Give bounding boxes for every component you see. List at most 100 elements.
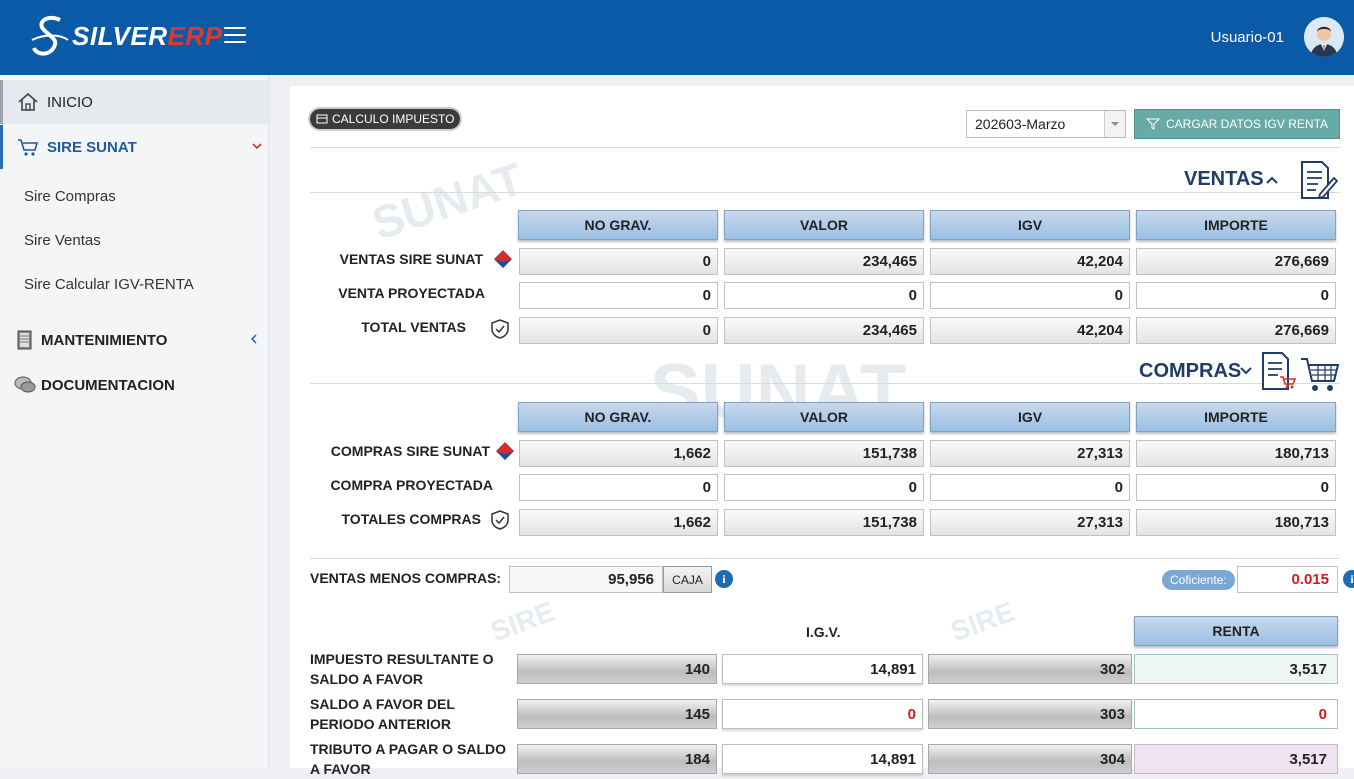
sidebar-item-label: MANTENIMIENTO bbox=[41, 331, 168, 349]
row-label-saldo-favor-anterior: SALDO A FAVOR DEL PERIODO ANTERIOR bbox=[310, 696, 455, 732]
ventas-sire-valor: 234,465 bbox=[724, 248, 924, 275]
logo-text: SILVERERP bbox=[72, 20, 223, 51]
home-icon bbox=[18, 92, 38, 111]
watermark-sunat-small: SUNAT bbox=[365, 152, 530, 250]
casilla-303: 303 bbox=[928, 699, 1132, 729]
avatar[interactable] bbox=[1304, 17, 1344, 57]
chevron-down-icon bbox=[252, 143, 262, 150]
igv-impuesto-resultante: 14,891 bbox=[722, 654, 923, 684]
app-logo[interactable]: SILVERERP bbox=[30, 12, 222, 60]
venta-proyectada-igv[interactable]: 0 bbox=[930, 282, 1130, 309]
compra-proyectada-no-grav[interactable]: 0 bbox=[519, 474, 718, 501]
compras-title[interactable]: COMPRAS bbox=[1139, 360, 1241, 383]
row-label-totales-compras: TOTALES COMPRAS bbox=[341, 511, 482, 527]
sidebar-item-documentacion[interactable]: DOCUMENTACION bbox=[0, 363, 268, 407]
compra-proyectada-igv[interactable]: 0 bbox=[930, 474, 1130, 501]
sidebar-item-label: INICIO bbox=[47, 93, 93, 111]
sunat-logo-icon bbox=[494, 250, 512, 268]
ventas-menos-compras-label: VENTAS MENOS COMPRAS: bbox=[310, 570, 502, 586]
compras-sire-importe: 180,713 bbox=[1136, 440, 1336, 467]
user-name[interactable]: Usuario-01 bbox=[1211, 29, 1284, 46]
compras-sire-igv: 27,313 bbox=[930, 440, 1130, 467]
ventas-title[interactable]: VENTAS bbox=[1184, 168, 1264, 191]
ventas-sire-igv: 42,204 bbox=[930, 248, 1130, 275]
period-select[interactable]: 202603-Marzo bbox=[966, 110, 1126, 138]
cart-icon bbox=[18, 139, 39, 156]
chevron-up-icon[interactable] bbox=[1265, 175, 1279, 185]
compras-sire-no-grav: 1,662 bbox=[519, 440, 718, 467]
total-ventas-valor: 234,465 bbox=[724, 317, 924, 344]
compras-header-no-grav: NO GRAV. bbox=[518, 402, 718, 432]
ventas-sire-no-grav: 0 bbox=[519, 248, 718, 275]
main-panel: SUNAT SUNAT SIRE SIRE CALCULO IMPUESTO 2… bbox=[290, 86, 1354, 777]
ventas-header-igv: IGV bbox=[930, 210, 1130, 240]
sidebar-item-inicio[interactable]: INICIO bbox=[0, 80, 271, 124]
sidebar-subitem-sire-compras[interactable]: Sire Compras bbox=[24, 188, 116, 205]
sidebar-item-label: SIRE SUNAT bbox=[47, 138, 137, 156]
sidebar-subitem-sire-ventas[interactable]: Sire Ventas bbox=[24, 232, 101, 249]
compra-proyectada-importe[interactable]: 0 bbox=[1136, 474, 1336, 501]
igv-saldo-favor-anterior[interactable]: 0 bbox=[722, 699, 923, 729]
venta-proyectada-valor[interactable]: 0 bbox=[724, 282, 924, 309]
totales-compras-no-grav: 1,662 bbox=[519, 509, 718, 536]
casilla-145: 145 bbox=[517, 699, 717, 729]
chat-icon bbox=[14, 376, 36, 393]
row-label-compras-sire: COMPRAS SIRE SUNAT bbox=[330, 443, 490, 459]
shopping-cart-icon bbox=[1301, 358, 1340, 391]
row-label-total-ventas: TOTAL VENTAS bbox=[361, 319, 466, 335]
top-bar: SILVERERP Usuario-01 bbox=[0, 0, 1354, 75]
caja-button[interactable]: CAJA bbox=[663, 566, 712, 593]
menu-toggle-icon[interactable] bbox=[224, 27, 246, 45]
watermark-sire-right: SIRE bbox=[946, 595, 1019, 648]
igv-tributo-a-pagar: 14,891 bbox=[722, 744, 923, 774]
renta-header: RENTA bbox=[1134, 616, 1338, 646]
venta-proyectada-no-grav[interactable]: 0 bbox=[519, 282, 718, 309]
sales-document-icon bbox=[1301, 161, 1338, 200]
compras-header-importe: IMPORTE bbox=[1136, 402, 1336, 432]
ventas-header-valor: VALOR bbox=[724, 210, 924, 240]
casilla-140: 140 bbox=[517, 654, 717, 684]
sunat-logo-icon bbox=[496, 442, 514, 460]
sidebar-item-sire-sunat[interactable]: SIRE SUNAT bbox=[0, 125, 271, 169]
total-ventas-igv: 42,204 bbox=[930, 317, 1130, 344]
renta-saldo-favor-anterior[interactable]: 0 bbox=[1134, 699, 1338, 729]
compras-header-igv: IGV bbox=[930, 402, 1130, 432]
filter-icon bbox=[1145, 118, 1160, 130]
row-label-venta-proyectada: VENTA PROYECTADA bbox=[338, 285, 485, 301]
totales-compras-valor: 151,738 bbox=[724, 509, 924, 536]
row-label-tributo-a-pagar: TRIBUTO A PAGAR O SALDO A FAVOR bbox=[310, 741, 506, 777]
sidebar: INICIO SIRE SUNAT Sire Compras Sire Vent… bbox=[0, 75, 271, 768]
coeficiente-input[interactable]: 0.015 bbox=[1237, 566, 1338, 593]
cargar-datos-button[interactable]: CARGAR DATOS IGV RENTA bbox=[1134, 109, 1340, 139]
chevron-down-icon[interactable] bbox=[1239, 366, 1253, 376]
shield-check-icon bbox=[491, 319, 509, 339]
sidebar-item-label: DOCUMENTACION bbox=[41, 376, 175, 394]
divider bbox=[310, 192, 1340, 193]
chevron-left-icon bbox=[250, 334, 257, 344]
compras-sire-valor: 151,738 bbox=[724, 440, 924, 467]
ventas-header-importe: IMPORTE bbox=[1136, 210, 1336, 240]
row-label-compra-proyectada: COMPRA PROYECTADA bbox=[330, 477, 493, 493]
info-icon[interactable]: i bbox=[1343, 570, 1354, 588]
dropdown-arrow-icon[interactable] bbox=[1104, 111, 1125, 137]
total-ventas-importe: 276,669 bbox=[1136, 317, 1336, 344]
renta-impuesto-resultante: 3,517 bbox=[1134, 654, 1338, 684]
purchase-document-icon bbox=[1262, 352, 1297, 390]
divider bbox=[310, 558, 1340, 559]
divider bbox=[310, 383, 1340, 384]
compras-header-valor: VALOR bbox=[724, 402, 924, 432]
ventas-menos-compras-value: 95,956 bbox=[509, 566, 663, 593]
compra-proyectada-valor[interactable]: 0 bbox=[724, 474, 924, 501]
ventas-header-no-grav: NO GRAV. bbox=[518, 210, 718, 240]
logo-s-icon bbox=[31, 15, 69, 56]
row-label-impuesto-resultante: IMPUESTO RESULTANTE O SALDO A FAVOR bbox=[310, 651, 494, 687]
sidebar-subitem-sire-calcular[interactable]: Sire Calcular IGV-RENTA bbox=[24, 276, 194, 293]
renta-tributo-a-pagar: 3,517 bbox=[1134, 744, 1338, 774]
info-icon[interactable]: i bbox=[715, 570, 733, 588]
venta-proyectada-importe[interactable]: 0 bbox=[1136, 282, 1336, 309]
shield-check-icon bbox=[491, 510, 509, 530]
sidebar-item-mantenimiento[interactable]: MANTENIMIENTO bbox=[0, 318, 268, 362]
divider bbox=[310, 147, 1340, 148]
database-icon bbox=[316, 114, 328, 124]
casilla-184: 184 bbox=[517, 744, 717, 774]
